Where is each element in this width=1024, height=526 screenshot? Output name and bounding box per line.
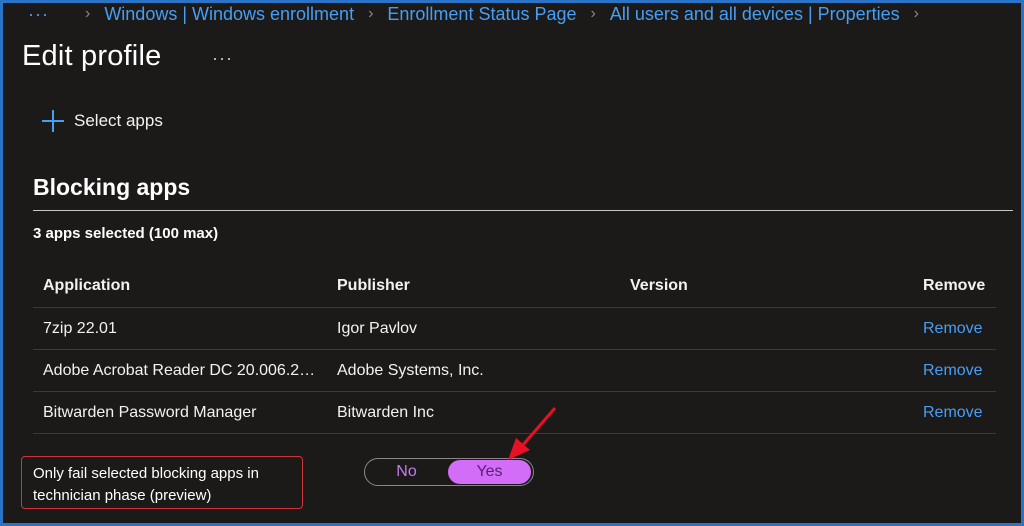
cell-application: 7zip 22.01 bbox=[33, 307, 327, 350]
cell-application: Bitwarden Password Manager bbox=[33, 391, 327, 434]
select-apps-button[interactable]: Select apps bbox=[42, 110, 163, 132]
chevron-right-icon: › bbox=[590, 5, 596, 22]
technician-phase-setting-label: Only fail selected blocking apps in tech… bbox=[21, 456, 303, 509]
breadcrumb: ··· › Windows | Windows enrollment › Enr… bbox=[28, 3, 933, 25]
section-title: Blocking apps bbox=[33, 174, 191, 200]
page-title: Edit profile bbox=[22, 40, 162, 72]
select-apps-label: Select apps bbox=[74, 111, 163, 130]
remove-link[interactable]: Remove bbox=[923, 320, 983, 337]
cell-publisher: Adobe Systems, Inc. bbox=[327, 349, 620, 392]
remove-link[interactable]: Remove bbox=[923, 404, 983, 421]
chevron-right-icon: › bbox=[368, 5, 374, 22]
cell-version bbox=[620, 349, 913, 392]
breadcrumb-enrollment-status-page[interactable]: Enrollment Status Page bbox=[387, 4, 576, 25]
ellipsis-icon[interactable]: ··· bbox=[212, 48, 233, 69]
section-divider bbox=[33, 210, 1013, 211]
breadcrumb-overflow-icon[interactable]: ··· bbox=[28, 4, 49, 25]
plus-icon bbox=[42, 110, 64, 132]
table-row: Adobe Acrobat Reader DC 20.006.2… Adobe … bbox=[33, 349, 996, 392]
column-header-remove: Remove bbox=[913, 265, 996, 308]
cell-version bbox=[620, 307, 913, 350]
table-row: 7zip 22.01 Igor Pavlov Remove bbox=[33, 307, 996, 350]
apps-selected-count: 3 apps selected (100 max) bbox=[33, 225, 219, 242]
cell-publisher: Igor Pavlov bbox=[327, 307, 620, 350]
cell-version bbox=[620, 391, 913, 434]
chevron-right-icon: › bbox=[913, 5, 919, 22]
column-header-version: Version bbox=[620, 265, 913, 308]
table-header-row: Application Publisher Version Remove bbox=[33, 265, 996, 308]
toggle-option-no[interactable]: No bbox=[365, 460, 448, 484]
column-header-publisher: Publisher bbox=[327, 265, 620, 308]
cell-application: Adobe Acrobat Reader DC 20.006.2… bbox=[33, 349, 327, 392]
cell-publisher: Bitwarden Inc bbox=[327, 391, 620, 434]
remove-link[interactable]: Remove bbox=[923, 362, 983, 379]
red-arrow-icon bbox=[508, 407, 557, 460]
column-header-application: Application bbox=[33, 265, 327, 308]
chevron-right-icon: › bbox=[84, 5, 91, 22]
breadcrumb-properties[interactable]: All users and all devices | Properties bbox=[610, 4, 900, 25]
breadcrumb-windows-enrollment[interactable]: Windows | Windows enrollment bbox=[104, 4, 354, 25]
